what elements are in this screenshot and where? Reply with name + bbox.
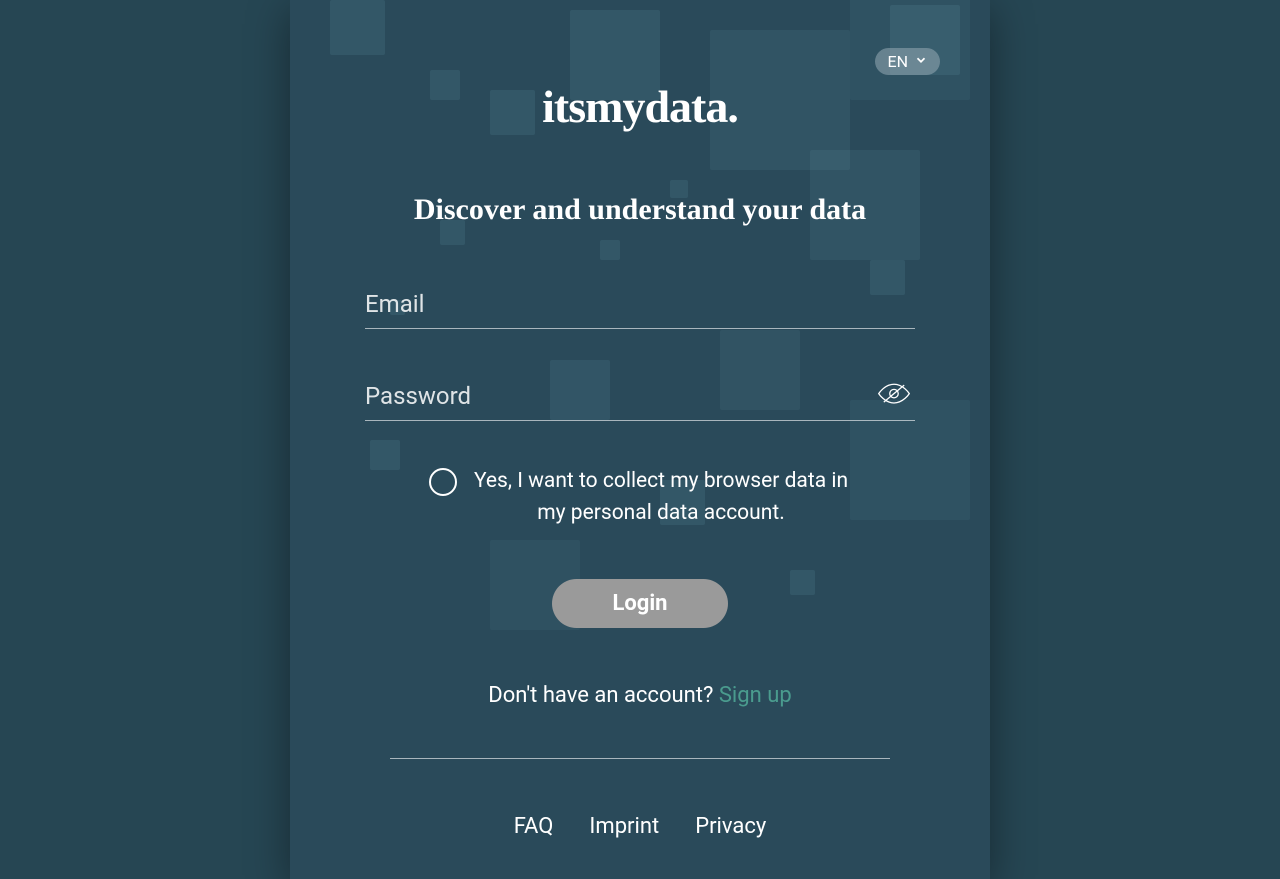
page-tagline: Discover and understand your data: [340, 193, 940, 227]
login-card: EN itsmydata. Discover and understand yo…: [290, 0, 990, 879]
password-field[interactable]: [365, 374, 915, 420]
email-field[interactable]: [365, 282, 915, 328]
faq-link[interactable]: FAQ: [514, 814, 554, 839]
language-label: EN: [887, 52, 908, 71]
language-selector[interactable]: EN: [875, 48, 940, 75]
login-button[interactable]: Login: [552, 579, 727, 628]
footer-divider: [390, 758, 890, 759]
signup-prompt-row: Don't have an account? Sign up: [365, 683, 915, 708]
brand-logo: itsmydata.: [340, 80, 940, 133]
email-input-group: [365, 282, 915, 329]
consent-checkbox[interactable]: [429, 468, 457, 496]
chevron-down-icon: [914, 52, 928, 71]
signup-prompt: Don't have an account?: [488, 683, 719, 708]
login-form: Yes, I want to collect my browser data i…: [340, 282, 940, 839]
footer-links: FAQ Imprint Privacy: [365, 814, 915, 839]
toggle-password-visibility-icon[interactable]: [877, 382, 911, 410]
consent-label: Yes, I want to collect my browser data i…: [471, 466, 851, 529]
signup-link[interactable]: Sign up: [719, 683, 792, 708]
imprint-link[interactable]: Imprint: [589, 814, 659, 839]
privacy-link[interactable]: Privacy: [695, 814, 766, 839]
password-input-group: [365, 374, 915, 421]
consent-checkbox-row: Yes, I want to collect my browser data i…: [365, 466, 915, 529]
